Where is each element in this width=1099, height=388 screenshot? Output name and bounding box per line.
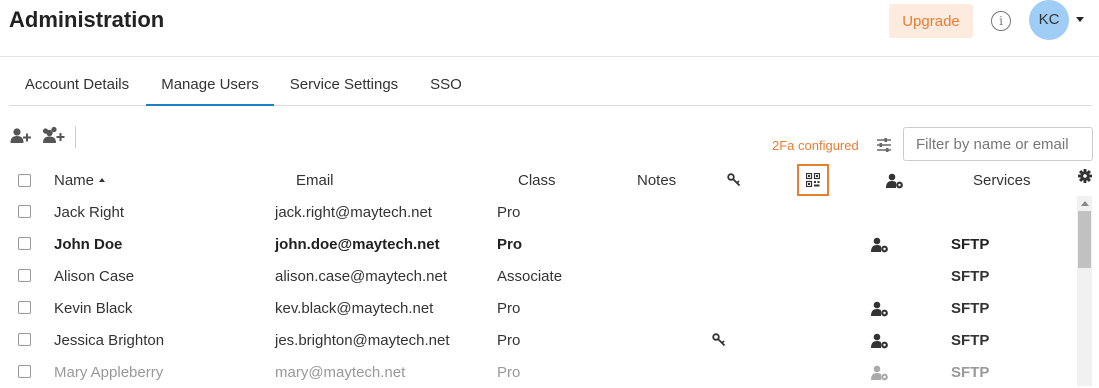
page-title: Administration bbox=[9, 7, 165, 32]
toolbar-divider bbox=[75, 126, 76, 148]
info-icon[interactable]: i bbox=[991, 11, 1011, 31]
scrollbar-thumb[interactable] bbox=[1078, 211, 1091, 268]
avatar[interactable]: KC bbox=[1029, 0, 1069, 40]
user-name: Jack Right bbox=[54, 204, 125, 221]
user-services: SFTP bbox=[951, 300, 990, 317]
user-services: SFTP bbox=[951, 332, 990, 349]
user-services: SFTP bbox=[951, 268, 990, 285]
user-name: Mary Appleberry bbox=[54, 364, 164, 381]
key-icon bbox=[712, 333, 726, 351]
row-checkbox[interactable] bbox=[18, 333, 31, 346]
upgrade-button[interactable]: Upgrade bbox=[889, 4, 973, 38]
table-row[interactable]: John Doe john.doe@maytech.net Pro SFTP bbox=[0, 228, 1076, 260]
user-class: Pro bbox=[497, 204, 521, 221]
tab-sso[interactable]: SSO bbox=[414, 64, 478, 105]
qr-code-icon bbox=[805, 172, 821, 192]
column-header-notes[interactable]: Notes bbox=[637, 172, 676, 189]
key-icon bbox=[727, 173, 741, 191]
row-checkbox[interactable] bbox=[18, 301, 31, 314]
table-row[interactable]: Jessica Brighton jes.brighton@maytech.net… bbox=[0, 324, 1076, 356]
user-class: Associate bbox=[497, 268, 563, 285]
table-row[interactable]: Alison Case alison.case@maytech.net Associ… bbox=[0, 260, 1076, 292]
column-header-email[interactable]: Email bbox=[296, 172, 334, 189]
table-header: Name Email Class Notes Services bbox=[0, 166, 1099, 194]
user-gear-icon bbox=[871, 365, 889, 385]
user-name: Jessica Brighton bbox=[54, 332, 165, 349]
user-name: John Doe bbox=[54, 236, 123, 253]
scrollbar[interactable] bbox=[1077, 196, 1092, 386]
user-services: SFTP bbox=[951, 364, 990, 381]
column-header-name[interactable]: Name bbox=[54, 172, 106, 189]
row-checkbox[interactable] bbox=[18, 365, 31, 378]
user-name: Kevin Black bbox=[54, 300, 133, 317]
header: Administration Upgrade i KC bbox=[0, 0, 1099, 57]
tab-manage-users[interactable]: Manage Users bbox=[146, 64, 274, 106]
user-gear-icon bbox=[886, 173, 904, 193]
user-email: kev.black@maytech.net bbox=[275, 300, 434, 317]
tab-service-settings[interactable]: Service Settings bbox=[275, 64, 413, 105]
gear-icon[interactable] bbox=[1078, 169, 1092, 187]
user-gear-icon bbox=[871, 301, 889, 321]
column-header-name-label: Name bbox=[54, 172, 95, 189]
user-email: jes.brighton@maytech.net bbox=[275, 332, 450, 349]
user-services: SFTP bbox=[951, 236, 990, 253]
user-email: jack.right@maytech.net bbox=[275, 204, 432, 221]
qr-code-column-header[interactable] bbox=[797, 164, 829, 196]
user-email: mary@maytech.net bbox=[275, 364, 406, 381]
table-row[interactable]: Mary Appleberry mary@maytech.net Pro SFTP bbox=[0, 356, 1076, 388]
column-header-services[interactable]: Services bbox=[973, 172, 1031, 189]
user-class: Pro bbox=[497, 332, 521, 349]
add-users-icon[interactable] bbox=[41, 125, 65, 145]
user-gear-icon bbox=[871, 333, 889, 353]
tab-bar: Account Details Manage Users Service Set… bbox=[9, 64, 1092, 106]
table-row[interactable]: Kevin Black kev.black@maytech.net Pro SFTP bbox=[0, 292, 1076, 324]
sliders-icon[interactable] bbox=[876, 137, 892, 153]
tab-account-details[interactable]: Account Details bbox=[9, 64, 145, 105]
user-class: Pro bbox=[497, 300, 521, 317]
user-name: Alison Case bbox=[54, 268, 135, 285]
row-checkbox[interactable] bbox=[18, 237, 31, 250]
user-email: alison.case@maytech.net bbox=[275, 268, 447, 285]
twofa-configured-label: 2Fa configured bbox=[772, 138, 859, 153]
user-gear-icon bbox=[871, 237, 889, 257]
sort-ascending-icon bbox=[99, 178, 106, 182]
row-checkbox[interactable] bbox=[18, 269, 31, 282]
add-user-icon[interactable] bbox=[10, 127, 32, 145]
scroll-up-arrow[interactable] bbox=[1081, 201, 1089, 206]
row-checkbox[interactable] bbox=[18, 205, 31, 218]
select-all-checkbox[interactable] bbox=[18, 174, 31, 187]
chevron-down-icon[interactable] bbox=[1076, 17, 1084, 22]
user-email: john.doe@maytech.net bbox=[275, 236, 440, 253]
column-header-class[interactable]: Class bbox=[518, 172, 556, 189]
user-class: Pro bbox=[497, 236, 523, 253]
table-row[interactable]: Jack Right jack.right@maytech.net Pro bbox=[0, 196, 1076, 228]
search-input[interactable] bbox=[903, 127, 1093, 161]
user-class: Pro bbox=[497, 364, 521, 381]
